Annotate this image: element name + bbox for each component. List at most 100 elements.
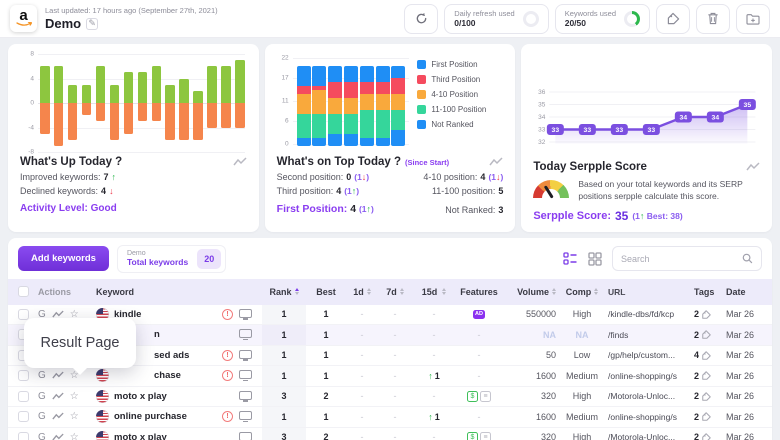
desktop-device-icon[interactable] — [239, 431, 252, 440]
desktop-device-icon[interactable] — [239, 411, 252, 423]
change-15d: - — [432, 309, 436, 320]
refresh-button[interactable] — [404, 3, 439, 34]
table-row[interactable]: G ☆ moto x play 3 2 - - - $ ≡ 320 High /M… — [8, 386, 772, 408]
tag-icon[interactable] — [702, 310, 711, 319]
keyword-text[interactable]: moto x play — [114, 391, 167, 402]
keyword-text[interactable]: moto x play — [114, 432, 167, 440]
column-header-1d[interactable]: 1d — [346, 287, 378, 297]
desktop-device-icon[interactable] — [239, 329, 252, 341]
serp-trend-icon[interactable] — [52, 371, 64, 380]
result-url[interactable]: /finds — [608, 330, 692, 340]
keyword-text[interactable]: online purchase — [114, 411, 187, 422]
result-url[interactable]: /online-shopping/s — [608, 412, 692, 422]
tag-icon[interactable] — [702, 351, 711, 360]
tag-button[interactable] — [656, 3, 690, 34]
best-value: 1 — [323, 309, 329, 320]
change-1d: - — [360, 370, 364, 381]
serpple-score-label: Serpple Score: — [533, 209, 611, 222]
row-checkbox[interactable] — [17, 431, 29, 440]
move-to-folder-button[interactable] — [736, 3, 770, 34]
desktop-device-icon[interactable] — [239, 349, 252, 361]
add-keywords-button[interactable]: Add keywords — [18, 246, 109, 272]
svg-text:33: 33 — [616, 127, 624, 134]
serp-trend-icon[interactable] — [52, 412, 64, 421]
us-flag-icon — [96, 430, 109, 440]
alert-icon[interactable]: ! — [222, 349, 233, 361]
legend-item: Not Ranked — [417, 120, 503, 129]
activity-level-value: Good — [90, 203, 117, 214]
sort-icon[interactable] — [442, 287, 447, 296]
ad-feature-badge[interactable]: AD — [472, 309, 486, 320]
score-gauge-icon — [533, 180, 570, 199]
grid-view-button[interactable] — [588, 251, 602, 266]
sort-icon[interactable] — [366, 287, 371, 296]
alert-icon[interactable]: ! — [222, 411, 233, 423]
select-all-checkbox[interactable] — [17, 286, 29, 298]
tag-icon[interactable] — [702, 371, 711, 381]
google-icon[interactable]: G — [38, 432, 46, 440]
edit-project-icon[interactable]: ✎ — [86, 17, 99, 30]
table-row[interactable]: G ☆ chase ! 1 1 - - ↑ 1 - 1600 Medium /o… — [8, 366, 772, 387]
row-checkbox[interactable] — [17, 370, 29, 382]
shopping-feature-icon[interactable]: $ — [467, 390, 478, 402]
bar-pair — [40, 54, 50, 152]
keyword-text[interactable]: chase — [114, 370, 181, 381]
bar-pair — [109, 54, 120, 152]
result-url[interactable]: /gp/help/custom... — [608, 350, 692, 360]
desktop-device-icon[interactable] — [239, 370, 252, 382]
serp-trend-icon[interactable] — [52, 433, 64, 440]
row-checkbox[interactable] — [17, 308, 29, 320]
third-position-value: 4 — [336, 186, 342, 196]
result-url[interactable]: /Motorola-Unloc... — [608, 391, 692, 401]
shopping-feature-icon[interactable]: $ — [467, 431, 478, 440]
google-icon[interactable]: G — [38, 370, 46, 381]
snippet-feature-icon[interactable]: ≡ — [480, 431, 491, 440]
serp-trend-icon[interactable] — [52, 392, 64, 401]
sort-icon[interactable] — [399, 287, 404, 296]
row-checkbox[interactable] — [17, 390, 29, 402]
star-icon[interactable]: ☆ — [70, 432, 79, 440]
alert-icon[interactable]: ! — [222, 370, 233, 382]
column-header-7d[interactable]: 7d — [378, 287, 412, 297]
best-value: 1 — [323, 370, 329, 381]
tags-count: 2 — [694, 432, 700, 440]
google-icon[interactable]: G — [38, 391, 46, 402]
activity-level-label: Activity Level: — [20, 203, 88, 214]
tag-icon[interactable] — [702, 330, 711, 340]
column-header-best: Best — [316, 286, 336, 297]
table-row[interactable]: G ☆ online purchase ! 1 1 - - ↑ 1 - 1600… — [8, 407, 772, 428]
search-icon[interactable] — [742, 253, 753, 264]
desktop-device-icon[interactable] — [239, 390, 252, 402]
result-url[interactable]: /Motorola-Unloc... — [608, 432, 692, 440]
star-icon[interactable]: ☆ — [70, 391, 79, 402]
date-value: Mar 26 — [726, 350, 755, 361]
column-header-volume[interactable]: Volume — [502, 287, 556, 297]
sort-icon[interactable] — [594, 287, 599, 296]
change-7d: - — [393, 432, 397, 440]
p410-position-value: 4 — [480, 172, 486, 182]
search-input[interactable] — [621, 253, 736, 264]
table-header-row: Actions Keyword Rank Best 1d 7d 15d Feat… — [8, 278, 772, 305]
row-checkbox[interactable] — [17, 411, 29, 423]
snippet-feature-icon[interactable]: ≡ — [480, 390, 491, 402]
tags-count: 4 — [694, 350, 700, 361]
trash-button[interactable] — [696, 3, 730, 34]
column-header-comp[interactable]: Comp — [556, 287, 608, 297]
whats-up-today-card: 8 4 0 -4 -8 What's Up Today ? Improved keywo… — [8, 44, 259, 232]
result-url[interactable]: /kindle-dbs/fd/kcp — [608, 309, 692, 319]
table-row[interactable]: G ☆ moto x play 3 2 - - - $ ≡ 320 High /M… — [8, 427, 772, 440]
tag-icon[interactable] — [702, 392, 711, 401]
list-view-button[interactable] — [563, 252, 578, 265]
alert-icon[interactable]: ! — [222, 308, 233, 320]
tag-icon[interactable] — [702, 412, 711, 422]
column-header-15d[interactable]: 15d — [412, 287, 456, 297]
desktop-device-icon[interactable] — [239, 308, 252, 320]
tag-icon[interactable] — [702, 433, 711, 440]
change-1d: - — [360, 329, 364, 340]
result-url[interactable]: /online-shopping/s — [608, 371, 692, 381]
sort-icon[interactable] — [294, 287, 299, 296]
star-icon[interactable]: ☆ — [70, 411, 79, 422]
column-header-rank[interactable]: Rank — [262, 279, 306, 305]
keywords-used-value: 20/50 — [564, 18, 586, 28]
google-icon[interactable]: G — [38, 411, 46, 422]
